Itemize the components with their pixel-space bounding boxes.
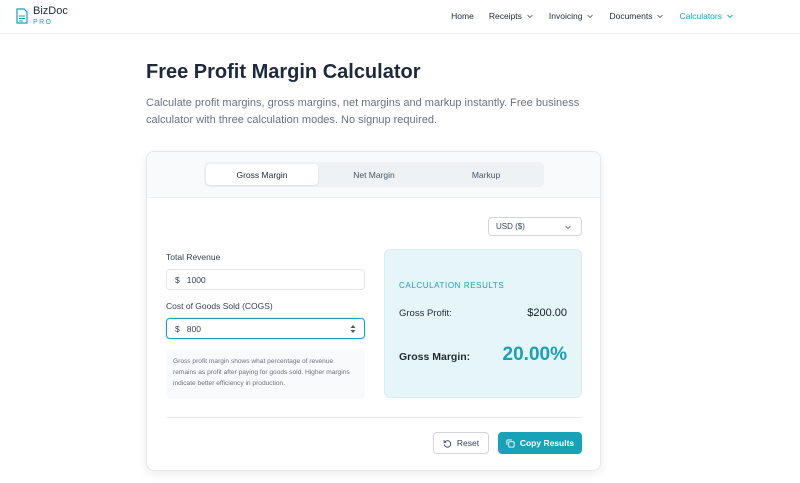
nav-label: Receipts <box>488 11 522 21</box>
mode-tabs: Gross Margin Net Margin Markup <box>204 162 544 187</box>
gross-profit-value: $200.00 <box>527 307 567 319</box>
nav-label: Home <box>451 11 474 21</box>
nav-item-home[interactable]: Home <box>451 11 474 21</box>
currency-symbol: $ <box>175 274 180 285</box>
page-description: Calculate profit margins, gross margins,… <box>146 97 580 126</box>
nav-item-invoicing[interactable]: Invoicing <box>549 11 595 21</box>
nav-links: Home Receipts Invoicing Documents Calcul… <box>436 11 734 21</box>
copy-results-button[interactable]: Copy Results <box>498 432 582 454</box>
spinner-icon[interactable] <box>350 324 356 334</box>
brand-name: BizDoc <box>33 5 68 17</box>
divider <box>166 417 582 418</box>
currency-symbol: $ <box>175 323 180 334</box>
currency-value: USD ($) <box>496 222 525 231</box>
navbar: BizDoc PRO Home Receipts Invoicing Docum… <box>0 0 800 34</box>
brand-sub: PRO <box>33 19 53 26</box>
tab-gross-margin[interactable]: Gross Margin <box>206 164 318 185</box>
gross-profit-label: Gross Profit: <box>399 308 452 319</box>
copy-icon <box>506 438 515 448</box>
chevron-down-icon <box>527 14 533 19</box>
nav-item-calculators[interactable]: Calculators <box>679 11 734 21</box>
reset-icon <box>443 439 451 448</box>
document-icon <box>16 8 28 24</box>
nav-label: Invoicing <box>548 11 583 21</box>
help-note: Gross profit margin shows what percentag… <box>166 349 365 399</box>
cogs-input[interactable]: $ 800 <box>166 318 365 339</box>
nav-item-receipts[interactable]: Receipts <box>489 11 534 21</box>
cogs-label: Cost of Goods Sold (COGS) <box>166 301 273 311</box>
revenue-value: 1000 <box>186 274 206 285</box>
results-heading: CALCULATION RESULTS <box>399 281 505 290</box>
nav-label: Calculators <box>679 11 722 21</box>
revenue-label: Total Revenue <box>166 252 221 262</box>
page-title: Free Profit Margin Calculator <box>146 61 421 83</box>
gross-margin-value: 20.00% <box>502 344 567 365</box>
reset-label: Reset <box>456 438 480 448</box>
chevron-down-icon <box>657 14 664 19</box>
reset-button[interactable]: Reset <box>433 432 489 454</box>
gross-margin-label: Gross Margin: <box>399 351 471 363</box>
results-panel: CALCULATION RESULTS Gross Profit: $200.0… <box>384 249 582 398</box>
chevron-down-icon <box>727 14 733 19</box>
currency-select[interactable]: USD ($) <box>488 217 582 236</box>
card-header: Gross Margin Net Margin Markup <box>147 152 600 198</box>
nav-item-documents[interactable]: Documents <box>609 11 664 21</box>
calculator-card: Gross Margin Net Margin Markup USD ($) T… <box>146 151 601 471</box>
nav-label: Documents <box>609 11 653 21</box>
chevron-down-icon <box>587 14 594 19</box>
chevron-down-icon <box>565 225 571 230</box>
cogs-value: 800 <box>186 323 201 334</box>
tab-markup[interactable]: Markup <box>430 164 542 185</box>
brand-logo[interactable]: BizDoc PRO <box>16 5 68 28</box>
tab-net-margin[interactable]: Net Margin <box>318 164 430 185</box>
copy-label: Copy Results <box>519 438 575 448</box>
revenue-input[interactable]: $ 1000 <box>166 269 365 290</box>
